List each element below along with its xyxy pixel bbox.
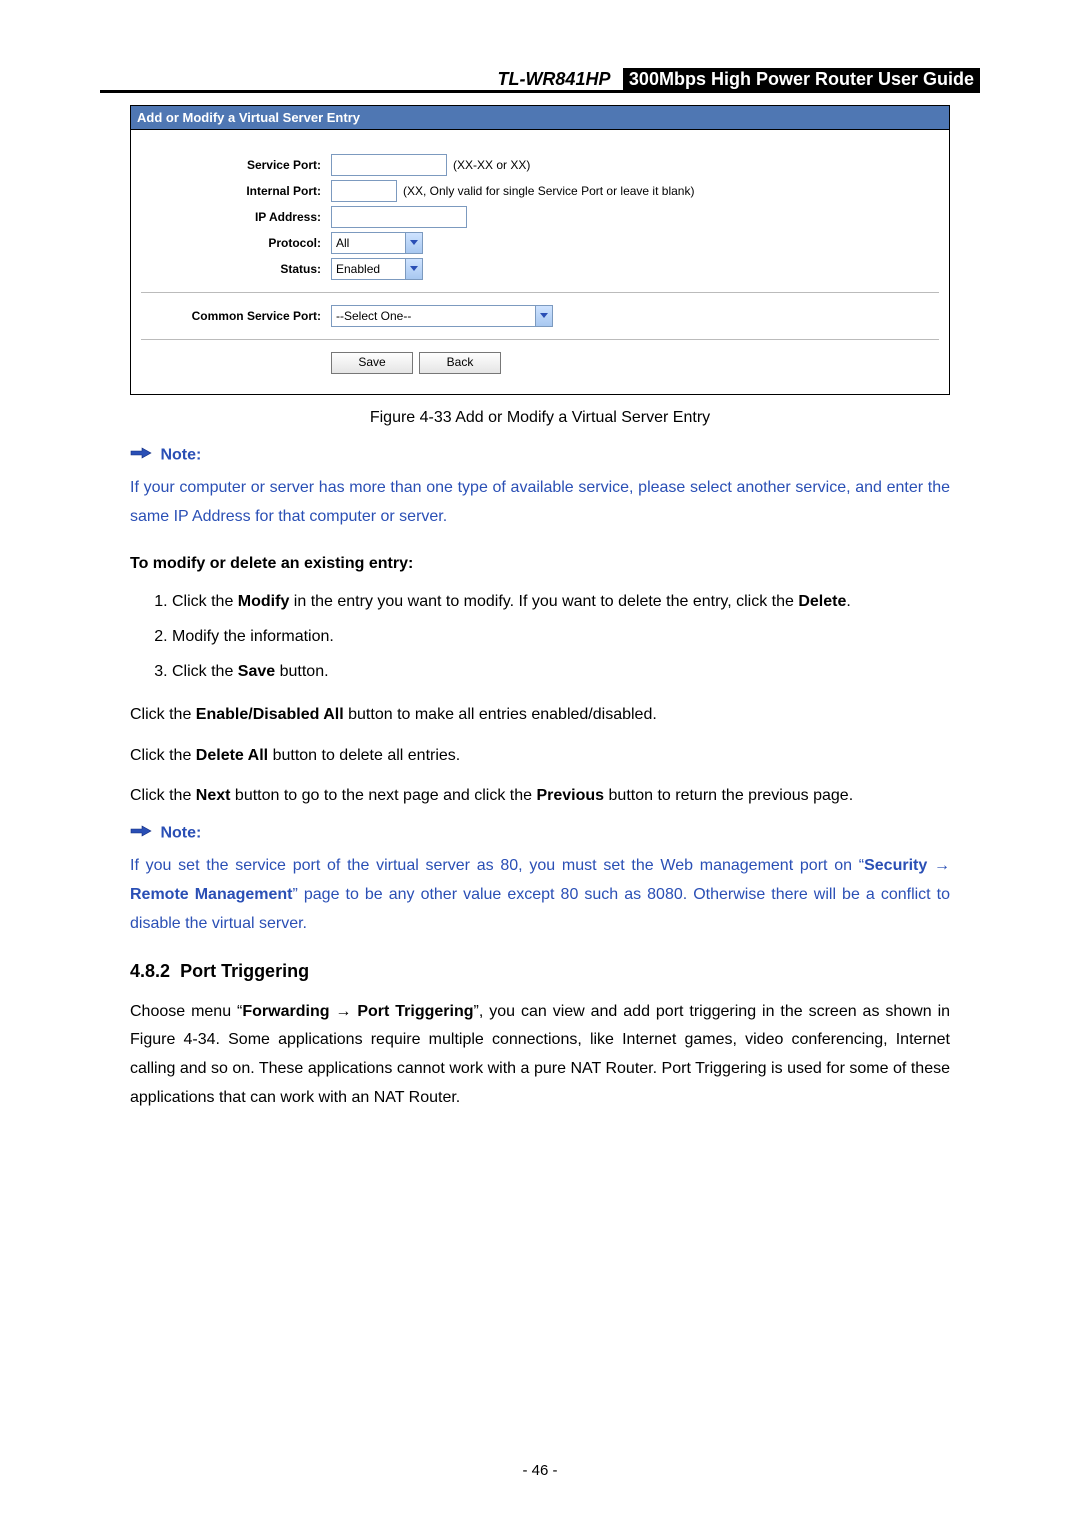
save-button[interactable]: Save xyxy=(331,352,413,374)
ip-address-input[interactable] xyxy=(331,206,467,228)
common-service-port-value: --Select One-- xyxy=(332,309,535,323)
doc-title: 300Mbps High Power Router User Guide xyxy=(623,68,980,90)
note-1-text: If your computer or server has more than… xyxy=(130,474,950,532)
chevron-down-icon xyxy=(405,259,422,279)
service-port-hint: (XX-XX or XX) xyxy=(453,158,530,172)
list-item: Click the Modify in the entry you want t… xyxy=(172,588,950,617)
separator xyxy=(141,292,939,293)
service-port-label: Service Port: xyxy=(141,158,331,172)
status-label: Status: xyxy=(141,262,331,276)
page-header: TL-WR841HP 300Mbps High Power Router Use… xyxy=(100,68,980,93)
list-item: Modify the information. xyxy=(172,623,950,652)
pointing-hand-icon xyxy=(130,823,152,844)
note-label: Note: xyxy=(160,447,201,464)
common-service-port-label: Common Service Port: xyxy=(141,309,331,323)
note-label: Note: xyxy=(160,825,201,842)
section-paragraph: Choose menu “Forwarding → Port Triggerin… xyxy=(130,998,950,1113)
panel-title: Add or Modify a Virtual Server Entry xyxy=(131,106,949,130)
model-label: TL-WR841HP xyxy=(497,69,618,89)
figure-caption: Figure 4-33 Add or Modify a Virtual Serv… xyxy=(130,409,950,427)
internal-port-hint: (XX, Only valid for single Service Port … xyxy=(403,184,694,198)
body-paragraphs: Click the Enable/Disabled All button to … xyxy=(130,701,950,811)
list-item: Click the Save button. xyxy=(172,658,950,687)
status-select[interactable]: Enabled xyxy=(331,258,423,280)
modify-heading: To modify or delete an existing entry: xyxy=(130,550,950,579)
note-heading: Note: xyxy=(130,445,950,466)
back-button[interactable]: Back xyxy=(419,352,501,374)
service-port-input[interactable] xyxy=(331,154,447,176)
protocol-value: All xyxy=(332,236,405,250)
virtual-server-panel: Add or Modify a Virtual Server Entry Ser… xyxy=(130,105,950,395)
page-number: - 46 - xyxy=(0,1462,1080,1479)
protocol-label: Protocol: xyxy=(141,236,331,250)
internal-port-input[interactable] xyxy=(331,180,397,202)
chevron-down-icon xyxy=(535,306,552,326)
internal-port-label: Internal Port: xyxy=(141,184,331,198)
status-value: Enabled xyxy=(332,262,405,276)
note-heading: Note: xyxy=(130,823,950,844)
section-heading: 4.8.2 Port Triggering xyxy=(130,961,950,982)
ip-address-label: IP Address: xyxy=(141,210,331,224)
protocol-select[interactable]: All xyxy=(331,232,423,254)
pointing-hand-icon xyxy=(130,445,152,466)
common-service-port-select[interactable]: --Select One-- xyxy=(331,305,553,327)
steps-list: Click the Modify in the entry you want t… xyxy=(130,588,950,686)
note-2-text: If you set the service port of the virtu… xyxy=(130,852,950,938)
chevron-down-icon xyxy=(405,233,422,253)
separator xyxy=(141,339,939,340)
